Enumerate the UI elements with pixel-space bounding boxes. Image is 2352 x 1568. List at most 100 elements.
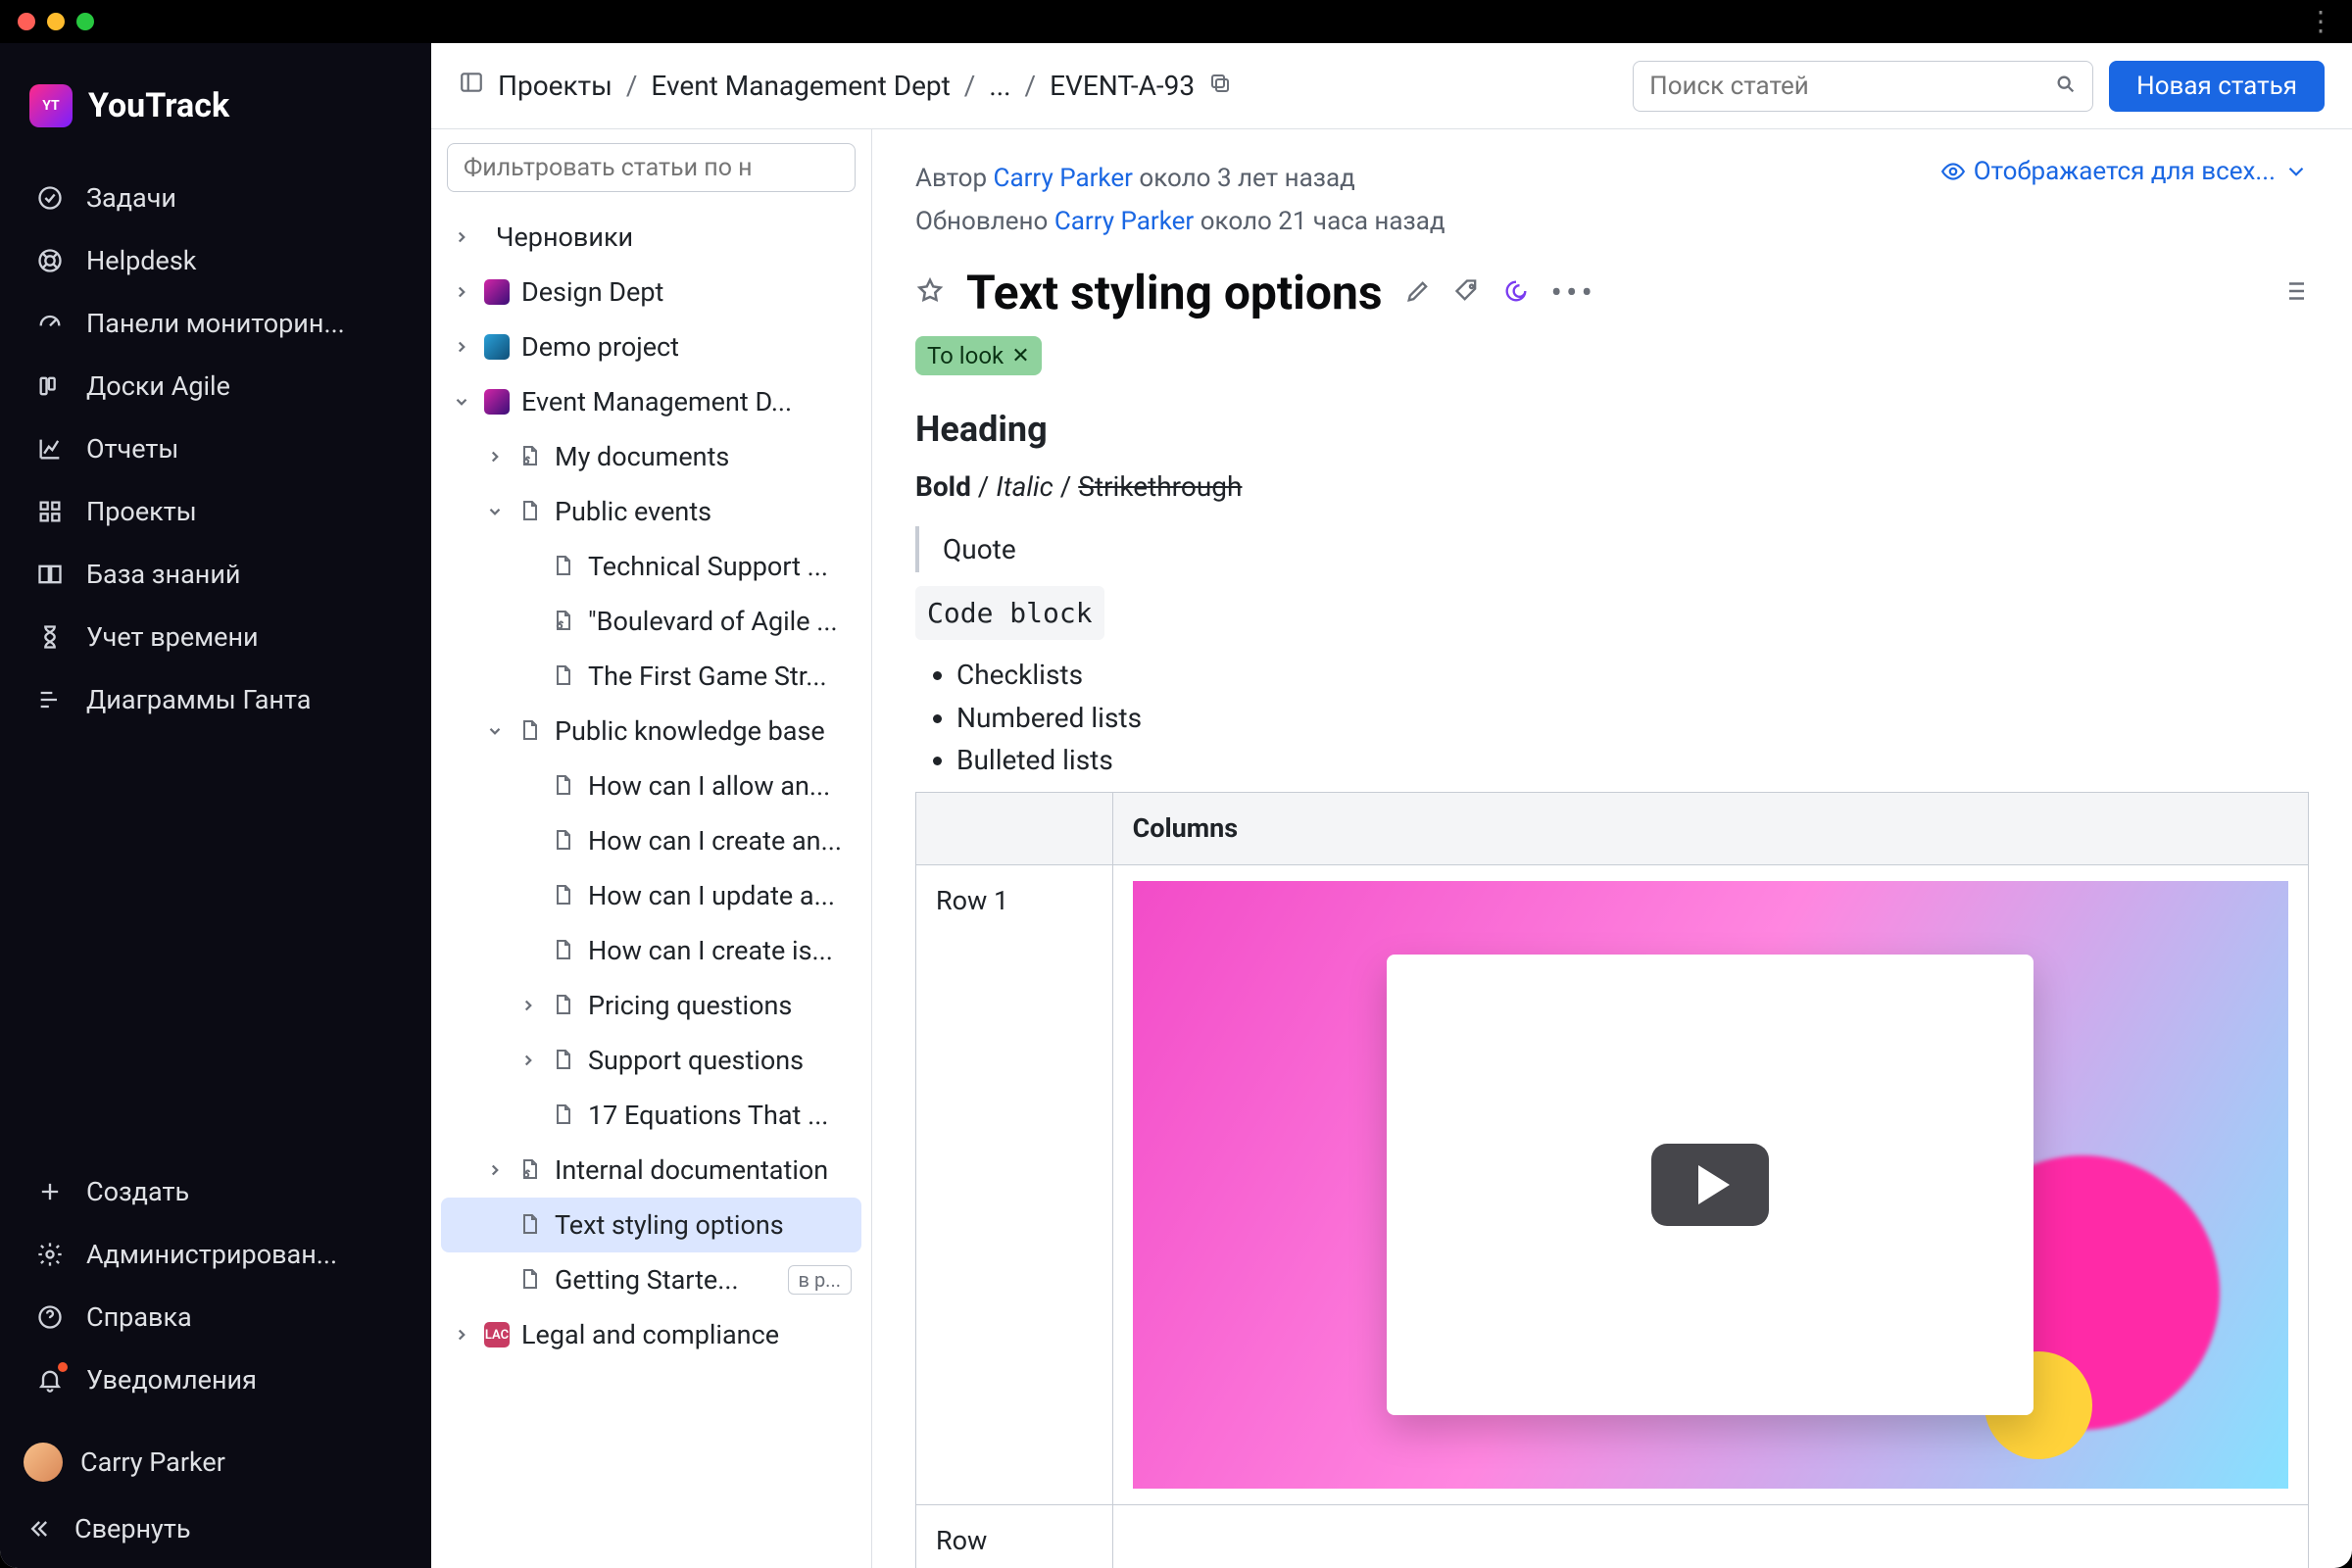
document-icon [551,554,576,579]
tag-chip[interactable]: To look ✕ [915,336,1042,375]
sidebar-item-help[interactable]: Справка [12,1286,419,1348]
tree-item-label: Event Management D... [521,386,792,417]
article-title: Text styling options [966,265,1383,320]
sidebar-item-check-circle[interactable]: Задачи [12,167,419,229]
sidebar-item-bell[interactable]: Уведомления [12,1348,419,1411]
tree-item[interactable]: Technical Support ... [441,539,861,594]
maximize-window-button[interactable] [76,13,94,30]
chevron-icon[interactable] [484,722,506,740]
new-article-button[interactable]: Новая статья [2109,61,2325,112]
tree-item-label: Getting Starte... [555,1264,739,1296]
search-box[interactable] [1633,61,2093,112]
chevron-icon[interactable] [517,1052,539,1069]
chevron-icon[interactable] [451,283,472,301]
sidebar-item-lifebuoy[interactable]: Helpdesk [12,229,419,292]
crumb-current: EVENT-A-93 [1050,70,1195,102]
tree-item[interactable]: Pricing questions [441,978,861,1033]
tree-item[interactable]: How can I update a... [441,868,861,923]
help-icon [35,1302,65,1332]
tree-item-label: The First Game Str... [588,661,827,692]
tree-item[interactable]: Text styling options [441,1198,861,1252]
copy-id-icon[interactable] [1208,70,1232,102]
chevron-icon[interactable] [484,448,506,466]
chevron-icon[interactable] [484,1161,506,1179]
tree-item-label: How can I allow an... [588,770,830,802]
tag-icon[interactable] [1453,277,1481,309]
tree-item[interactable]: Demo project [441,319,861,374]
logo[interactable]: YouTrack [0,65,431,167]
tree-item[interactable]: How can I allow an... [441,759,861,813]
chevron-icon[interactable] [517,997,539,1014]
tree-item[interactable]: Design Dept [441,265,861,319]
toc-icon[interactable] [2279,276,2309,310]
sidebar-bottom-nav: СоздатьАдминистрирован...СправкаУведомле… [0,1160,431,1427]
chevron-icon[interactable] [451,228,472,246]
table-header-columns: Columns [1112,792,2308,865]
tree-item[interactable]: Черновики [441,210,861,265]
chevron-icon[interactable] [451,393,472,411]
more-actions-icon[interactable]: ••• [1551,273,1596,313]
crumb-sep: / [626,70,638,102]
sidebar-panel-icon[interactable] [459,70,484,102]
tree-item[interactable]: 17 Equations That ... [441,1088,861,1143]
video-thumbnail[interactable] [1133,881,2288,1489]
play-icon[interactable] [1651,1144,1769,1226]
document-icon [551,883,576,908]
star-icon[interactable] [915,276,945,310]
tree-item[interactable]: Public knowledge base [441,704,861,759]
document-icon [517,499,543,524]
tree-item[interactable]: Getting Starte...в р... [441,1252,861,1307]
crumb-projects[interactable]: Проекты [498,70,612,102]
hourglass-icon [35,622,65,652]
sidebar-item-columns[interactable]: Доски Agile [12,355,419,417]
tree-item[interactable]: Public events [441,484,861,539]
sidebar-item-gear[interactable]: Администрирован... [12,1223,419,1286]
window-menu-icon[interactable]: ⋮ [2307,8,2334,35]
crumb-ellipsis[interactable]: ... [989,70,1010,102]
tree-item[interactable]: Internal documentation [441,1143,861,1198]
tree-item[interactable]: My documents [441,429,861,484]
remove-tag-icon[interactable]: ✕ [1011,344,1029,368]
tree-item[interactable]: "Boulevard of Agile ... [441,594,861,649]
ai-icon[interactable] [1502,277,1530,309]
author-link[interactable]: Carry Parker [994,164,1133,193]
crumb-dept[interactable]: Event Management Dept [651,70,950,102]
current-user[interactable]: Carry Parker [0,1427,431,1497]
sidebar-item-hourglass[interactable]: Учет времени [12,606,419,668]
chevron-icon[interactable] [451,1326,472,1344]
tree-item[interactable]: Event Management D... [441,374,861,429]
tree-item[interactable]: How can I create an... [441,813,861,868]
bold-sample: Bold [915,470,971,503]
minimize-window-button[interactable] [47,13,65,30]
search-input[interactable] [1649,72,2055,101]
tree-item[interactable]: The First Game Str... [441,649,861,704]
sidebar-item-chart[interactable]: Отчеты [12,417,419,480]
chevron-icon[interactable] [484,503,506,520]
gauge-icon [35,309,65,338]
collapse-sidebar-button[interactable]: Свернуть [0,1497,431,1568]
article-meta: Автор Carry Parker около 3 лет назад Обн… [915,157,2309,243]
tree-item-label: Public events [555,496,711,527]
sidebar-item-label: Задачи [86,182,176,214]
sidebar-item-plus[interactable]: Создать [12,1160,419,1223]
tree-item[interactable]: How can I create is... [441,923,861,978]
close-window-button[interactable] [18,13,35,30]
visibility-selector[interactable]: Отображается для всех... [1940,157,2309,186]
edit-icon[interactable] [1404,277,1432,309]
tree-item-label: Demo project [521,331,679,363]
chevron-icon[interactable] [451,338,472,356]
article-body: Heading Bold / Italic / Strikethrough Qu… [915,403,2309,1568]
eye-icon [1940,159,1966,184]
tree-item[interactable]: Support questions [441,1033,861,1088]
sidebar-item-grid[interactable]: Проекты [12,480,419,543]
updated-by-link[interactable]: Carry Parker [1054,207,1194,236]
sidebar-item-book[interactable]: База знаний [12,543,419,606]
document-icon [551,1102,576,1128]
tree-filter-input[interactable] [447,143,856,192]
sidebar-item-gauge[interactable]: Панели мониторин... [12,292,419,355]
article-tree-pane: ЧерновикиDesign Dept Demo project Event Ma… [431,129,872,1568]
sidebar-item-label: Отчеты [86,433,178,465]
table-row1-label: Row 1 [916,865,1113,1505]
sidebar-item-gantt[interactable]: Диаграммы Ганта [12,668,419,731]
tree-item[interactable]: LACLegal and compliance [441,1307,861,1362]
